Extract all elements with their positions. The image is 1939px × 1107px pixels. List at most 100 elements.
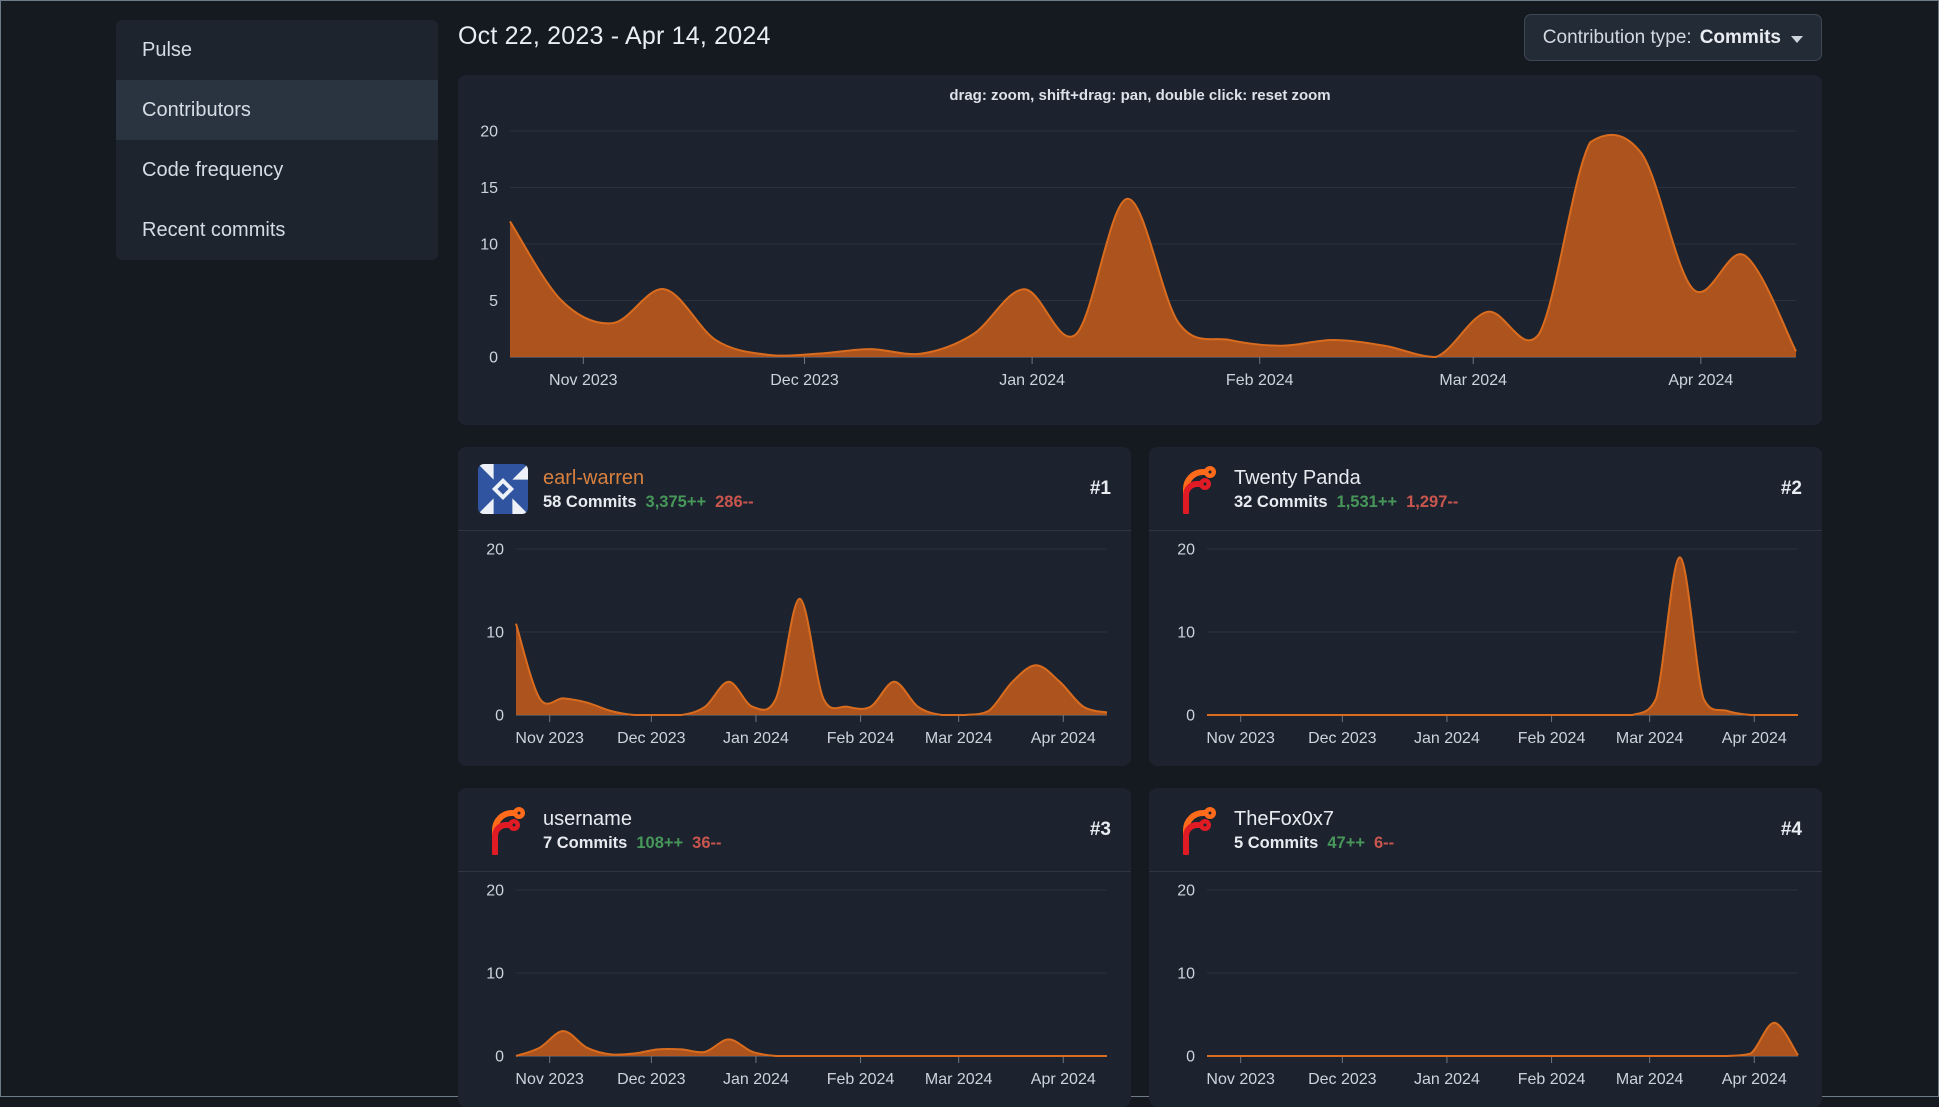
svg-text:Jan 2024: Jan 2024 [999,372,1065,389]
contributor-avatar[interactable] [478,463,528,514]
svg-text:10: 10 [1177,625,1195,642]
page-header: Oct 22, 2023 - Apr 14, 2024 Contribution… [458,14,1822,62]
svg-text:Mar 2024: Mar 2024 [925,730,993,747]
svg-text:10: 10 [486,966,504,983]
svg-text:10: 10 [480,237,498,254]
svg-text:10: 10 [486,625,504,642]
date-range-title: Oct 22, 2023 - Apr 14, 2024 [458,22,771,50]
svg-text:Dec 2023: Dec 2023 [1308,1071,1377,1088]
contributor-name[interactable]: earl-warren [543,466,754,491]
contributor-card-header: earl-warren 58 Commits 3,375++ 286-- #1 [458,447,1131,531]
svg-text:Mar 2024: Mar 2024 [925,1071,993,1088]
svg-text:Dec 2023: Dec 2023 [617,1071,686,1088]
contributor-stats: 32 Commits 1,531++ 1,297-- [1234,493,1458,512]
contributor-avatar[interactable] [1169,805,1219,855]
area-chart-svg: 0 10 20 Nov 2023 Dec 2023 Jan 2024 Feb 2024 Mar… [1177,883,1799,1088]
contributor-stats: 58 Commits 3,375++ 286-- [543,493,754,512]
overall-activity-chart[interactable]: 0 5 10 15 20 Nov 2023 Dec 2023 Jan 2024 Feb 2024… [458,109,1822,409]
svg-text:Nov 2023: Nov 2023 [515,730,584,747]
additions-count: 47++ [1327,833,1365,852]
contributor-avatar[interactable] [1169,464,1219,514]
commit-count: 32 Commits [1234,492,1328,511]
svg-text:Apr 2024: Apr 2024 [1722,1071,1787,1088]
additions-count: 108++ [636,833,684,852]
contributor-card: username 7 Commits 108++ 36-- #3 0 10 20 No… [458,788,1131,1107]
contributor-chart[interactable]: 0 10 20 Nov 2023 Dec 2023 Jan 2024 Feb 2024 Mar… [458,872,1131,1102]
contributor-chart[interactable]: 0 10 20 Nov 2023 Dec 2023 Jan 2024 Feb 2024 Mar… [1149,872,1822,1102]
commit-count: 7 Commits [543,833,628,852]
svg-text:0: 0 [489,350,498,367]
activity-sidebar: Pulse Contributors Code frequency Recent… [116,20,438,260]
svg-text:Feb 2024: Feb 2024 [827,730,895,747]
svg-text:Feb 2024: Feb 2024 [1226,372,1294,389]
forgejo-logo-icon [492,806,525,855]
contributor-card-header: username 7 Commits 108++ 36-- #3 [458,788,1131,872]
contributor-name[interactable]: TheFox0x7 [1234,807,1394,832]
sidebar-item-recent-commits[interactable]: Recent commits [116,200,438,260]
svg-text:Apr 2024: Apr 2024 [1031,1071,1096,1088]
contribution-type-dropdown[interactable]: Contribution type: Commits [1523,14,1822,61]
svg-text:Nov 2023: Nov 2023 [1206,1071,1275,1088]
deletions-count: 1,297-- [1406,492,1459,511]
svg-text:Mar 2024: Mar 2024 [1616,730,1684,747]
contributor-stats: 7 Commits 108++ 36-- [543,834,722,853]
zoom-hint: drag: zoom, shift+drag: pan, double clic… [949,87,1331,104]
svg-text:Jan 2024: Jan 2024 [1414,1071,1480,1088]
additions-count: 1,531++ [1336,492,1398,511]
area-chart-svg: 0 10 20 Nov 2023 Dec 2023 Jan 2024 Feb 2024 Mar… [1177,542,1798,747]
commit-count: 58 Commits [543,492,637,511]
contributors-page: Oct 22, 2023 - Apr 14, 2024 Contribution… [458,0,1822,1107]
svg-text:0: 0 [1186,1049,1195,1066]
svg-text:0: 0 [495,1049,504,1066]
identicon-avatar [478,463,528,514]
deletions-count: 286-- [715,492,754,511]
area-chart-svg: 0 5 10 15 20 Nov 2023 Dec 2023 Jan 2024 Feb 2024… [480,124,1797,389]
svg-text:20: 20 [486,542,504,559]
svg-text:Nov 2023: Nov 2023 [549,372,618,389]
svg-text:Feb 2024: Feb 2024 [1518,1071,1586,1088]
svg-text:20: 20 [1177,883,1195,900]
svg-text:Dec 2023: Dec 2023 [770,372,839,389]
svg-text:Apr 2024: Apr 2024 [1031,730,1096,747]
svg-text:20: 20 [1177,542,1195,559]
contributor-card: Twenty Panda 32 Commits 1,531++ 1,297-- … [1149,447,1822,766]
contributor-rank: #2 [1780,477,1802,499]
sidebar-item-code-frequency[interactable]: Code frequency [116,140,438,200]
contributor-stats: 5 Commits 47++ 6-- [1234,834,1394,853]
deletions-count: 6-- [1373,833,1395,852]
area-chart-svg: 0 10 20 Nov 2023 Dec 2023 Jan 2024 Feb 2024 Mar… [486,542,1108,747]
contributor-chart[interactable]: 0 10 20 Nov 2023 Dec 2023 Jan 2024 Feb 2024 Mar… [1149,531,1822,761]
svg-text:20: 20 [486,883,504,900]
sidebar-item-contributors[interactable]: Contributors [116,80,438,140]
svg-text:5: 5 [489,293,498,310]
contributor-card: earl-warren 58 Commits 3,375++ 286-- #1 … [458,447,1131,766]
contributor-name[interactable]: username [543,807,722,832]
forgejo-logo-icon [1183,465,1216,514]
svg-text:Nov 2023: Nov 2023 [1206,730,1275,747]
svg-text:Nov 2023: Nov 2023 [515,1071,584,1088]
contributor-chart[interactable]: 0 10 20 Nov 2023 Dec 2023 Jan 2024 Feb 2024 Mar… [458,531,1131,761]
contributor-rank: #1 [1089,477,1111,499]
svg-text:Apr 2024: Apr 2024 [1722,730,1787,747]
svg-text:Dec 2023: Dec 2023 [1308,730,1377,747]
sidebar-item-pulse[interactable]: Pulse [116,20,438,80]
contributor-name[interactable]: Twenty Panda [1234,466,1458,491]
contributor-avatar[interactable] [478,805,528,855]
svg-text:Jan 2024: Jan 2024 [723,1071,789,1088]
svg-text:Jan 2024: Jan 2024 [723,730,789,747]
contributor-card-header: TheFox0x7 5 Commits 47++ 6-- #4 [1149,788,1822,872]
svg-text:Feb 2024: Feb 2024 [1518,730,1586,747]
svg-text:Mar 2024: Mar 2024 [1616,1071,1684,1088]
contribution-type-label: Contribution type: [1542,26,1692,48]
contributor-rank: #3 [1089,818,1111,840]
chevron-down-icon [1791,35,1803,43]
svg-text:15: 15 [480,180,498,197]
contribution-type-value: Commits [1699,26,1781,48]
contributor-rank: #4 [1780,818,1802,840]
svg-text:10: 10 [1177,966,1195,983]
svg-text:Jan 2024: Jan 2024 [1414,730,1480,747]
area-chart-svg: 0 10 20 Nov 2023 Dec 2023 Jan 2024 Feb 2024 Mar… [486,883,1107,1088]
overall-activity-panel: drag: zoom, shift+drag: pan, double clic… [458,75,1822,425]
svg-text:0: 0 [495,708,504,725]
contributor-card: TheFox0x7 5 Commits 47++ 6-- #4 0 10 20 Nov… [1149,788,1822,1107]
